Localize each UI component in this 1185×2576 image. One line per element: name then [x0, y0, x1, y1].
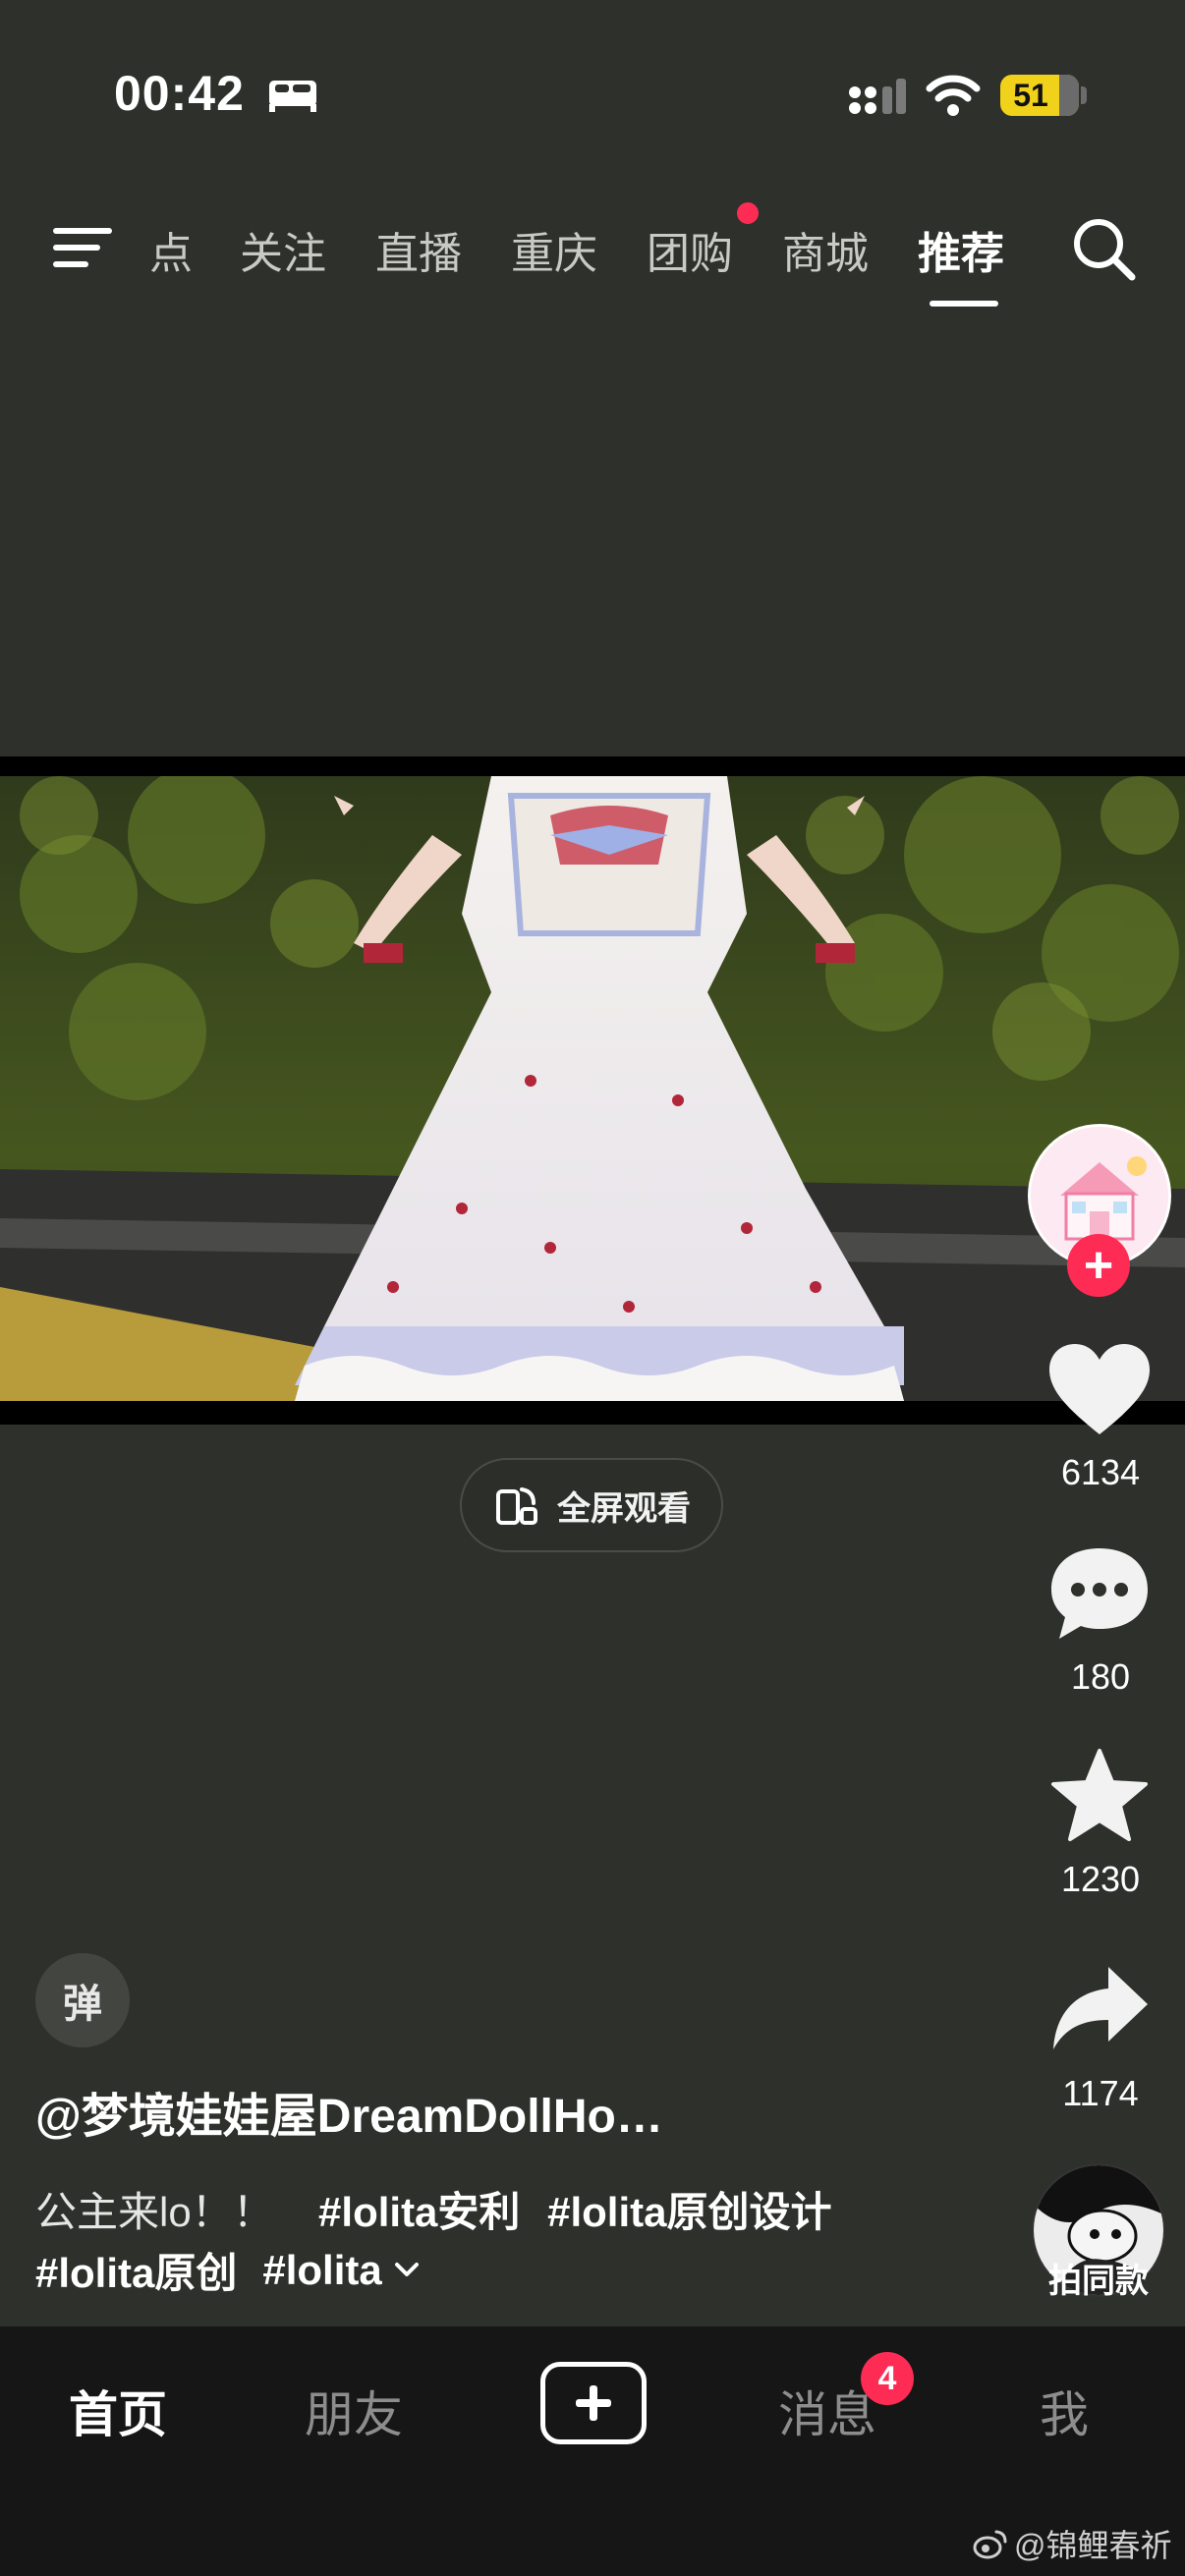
hashtag[interactable]: #lolita原创 [35, 2240, 237, 2300]
tab-local-city[interactable]: 重庆 [511, 218, 597, 281]
favorite-star-icon[interactable] [1045, 1747, 1154, 1845]
same-style-label[interactable]: 拍同款 [1022, 2254, 1175, 2302]
share-arrow-icon[interactable] [1045, 1961, 1154, 2059]
battery-indicator: 51 [1000, 75, 1079, 116]
battery-nub [1081, 86, 1087, 104]
comment-icon[interactable] [1045, 1544, 1154, 1643]
chevron-down-icon[interactable] [392, 2260, 422, 2281]
notification-dot [737, 202, 759, 224]
tab-following[interactable]: 关注 [240, 218, 326, 281]
watermark-text: @锦鲤春祈 [1014, 2528, 1172, 2563]
cellular-signal-icon [849, 79, 906, 114]
tab-mall[interactable]: 商城 [782, 218, 869, 281]
tab-friends[interactable]: 朋友 [305, 2376, 403, 2446]
favorite-count: 1230 [1060, 1859, 1141, 1899]
share-count: 1174 [1062, 2073, 1139, 2113]
hashtag[interactable]: #lolita原创设计 [547, 2189, 831, 2235]
follow-button[interactable]: + [1067, 1234, 1130, 1297]
message-badge: 4 [861, 2352, 914, 2405]
tab-live[interactable]: 直播 [375, 218, 462, 281]
rotate-screen-icon [496, 1487, 537, 1525]
sleep-focus-icon [269, 81, 316, 112]
hashtag[interactable]: #lolita安利 [318, 2189, 520, 2235]
create-button[interactable] [540, 2362, 647, 2444]
watermark: @锦鲤春祈 [973, 2521, 1172, 2566]
tab-me[interactable]: 我 [1040, 2376, 1089, 2446]
plus-icon [576, 2385, 611, 2421]
author-name[interactable]: @梦境娃娃屋DreamDollHo… [35, 2077, 663, 2146]
search-icon[interactable] [1069, 214, 1138, 283]
tab-dian[interactable]: 点 [149, 218, 193, 281]
status-time: 00:42 [114, 66, 245, 121]
caption-text: 公主来lo！！ [35, 2189, 274, 2235]
fullscreen-label: 全屏观看 [557, 1489, 691, 1528]
active-tab-indicator [930, 301, 998, 307]
wifi-icon [926, 75, 981, 116]
like-count: 6134 [1060, 1452, 1141, 1492]
tab-recommend[interactable]: 推荐 [918, 218, 1004, 281]
hashtag[interactable]: #lolita [262, 2247, 381, 2294]
tab-group-buy[interactable]: 团购 [647, 218, 733, 281]
danmaku-button[interactable]: 弹 [35, 1953, 130, 2047]
menu-icon[interactable] [51, 224, 114, 271]
weibo-logo-icon [973, 2530, 1007, 2559]
video-frame-image [0, 776, 1185, 1401]
fullscreen-button[interactable]: 全屏观看 [460, 1458, 723, 1552]
like-heart-icon[interactable] [1045, 1342, 1154, 1440]
caption-line-1: 公主来lo！！ #lolita安利 #lolita原创设计 [35, 2179, 847, 2239]
video-player[interactable] [0, 776, 1185, 1401]
caption-line-2: #lolita原创 #lolita [35, 2240, 422, 2300]
tab-home[interactable]: 首页 [69, 2376, 167, 2446]
comment-count: 180 [1070, 1656, 1131, 1697]
